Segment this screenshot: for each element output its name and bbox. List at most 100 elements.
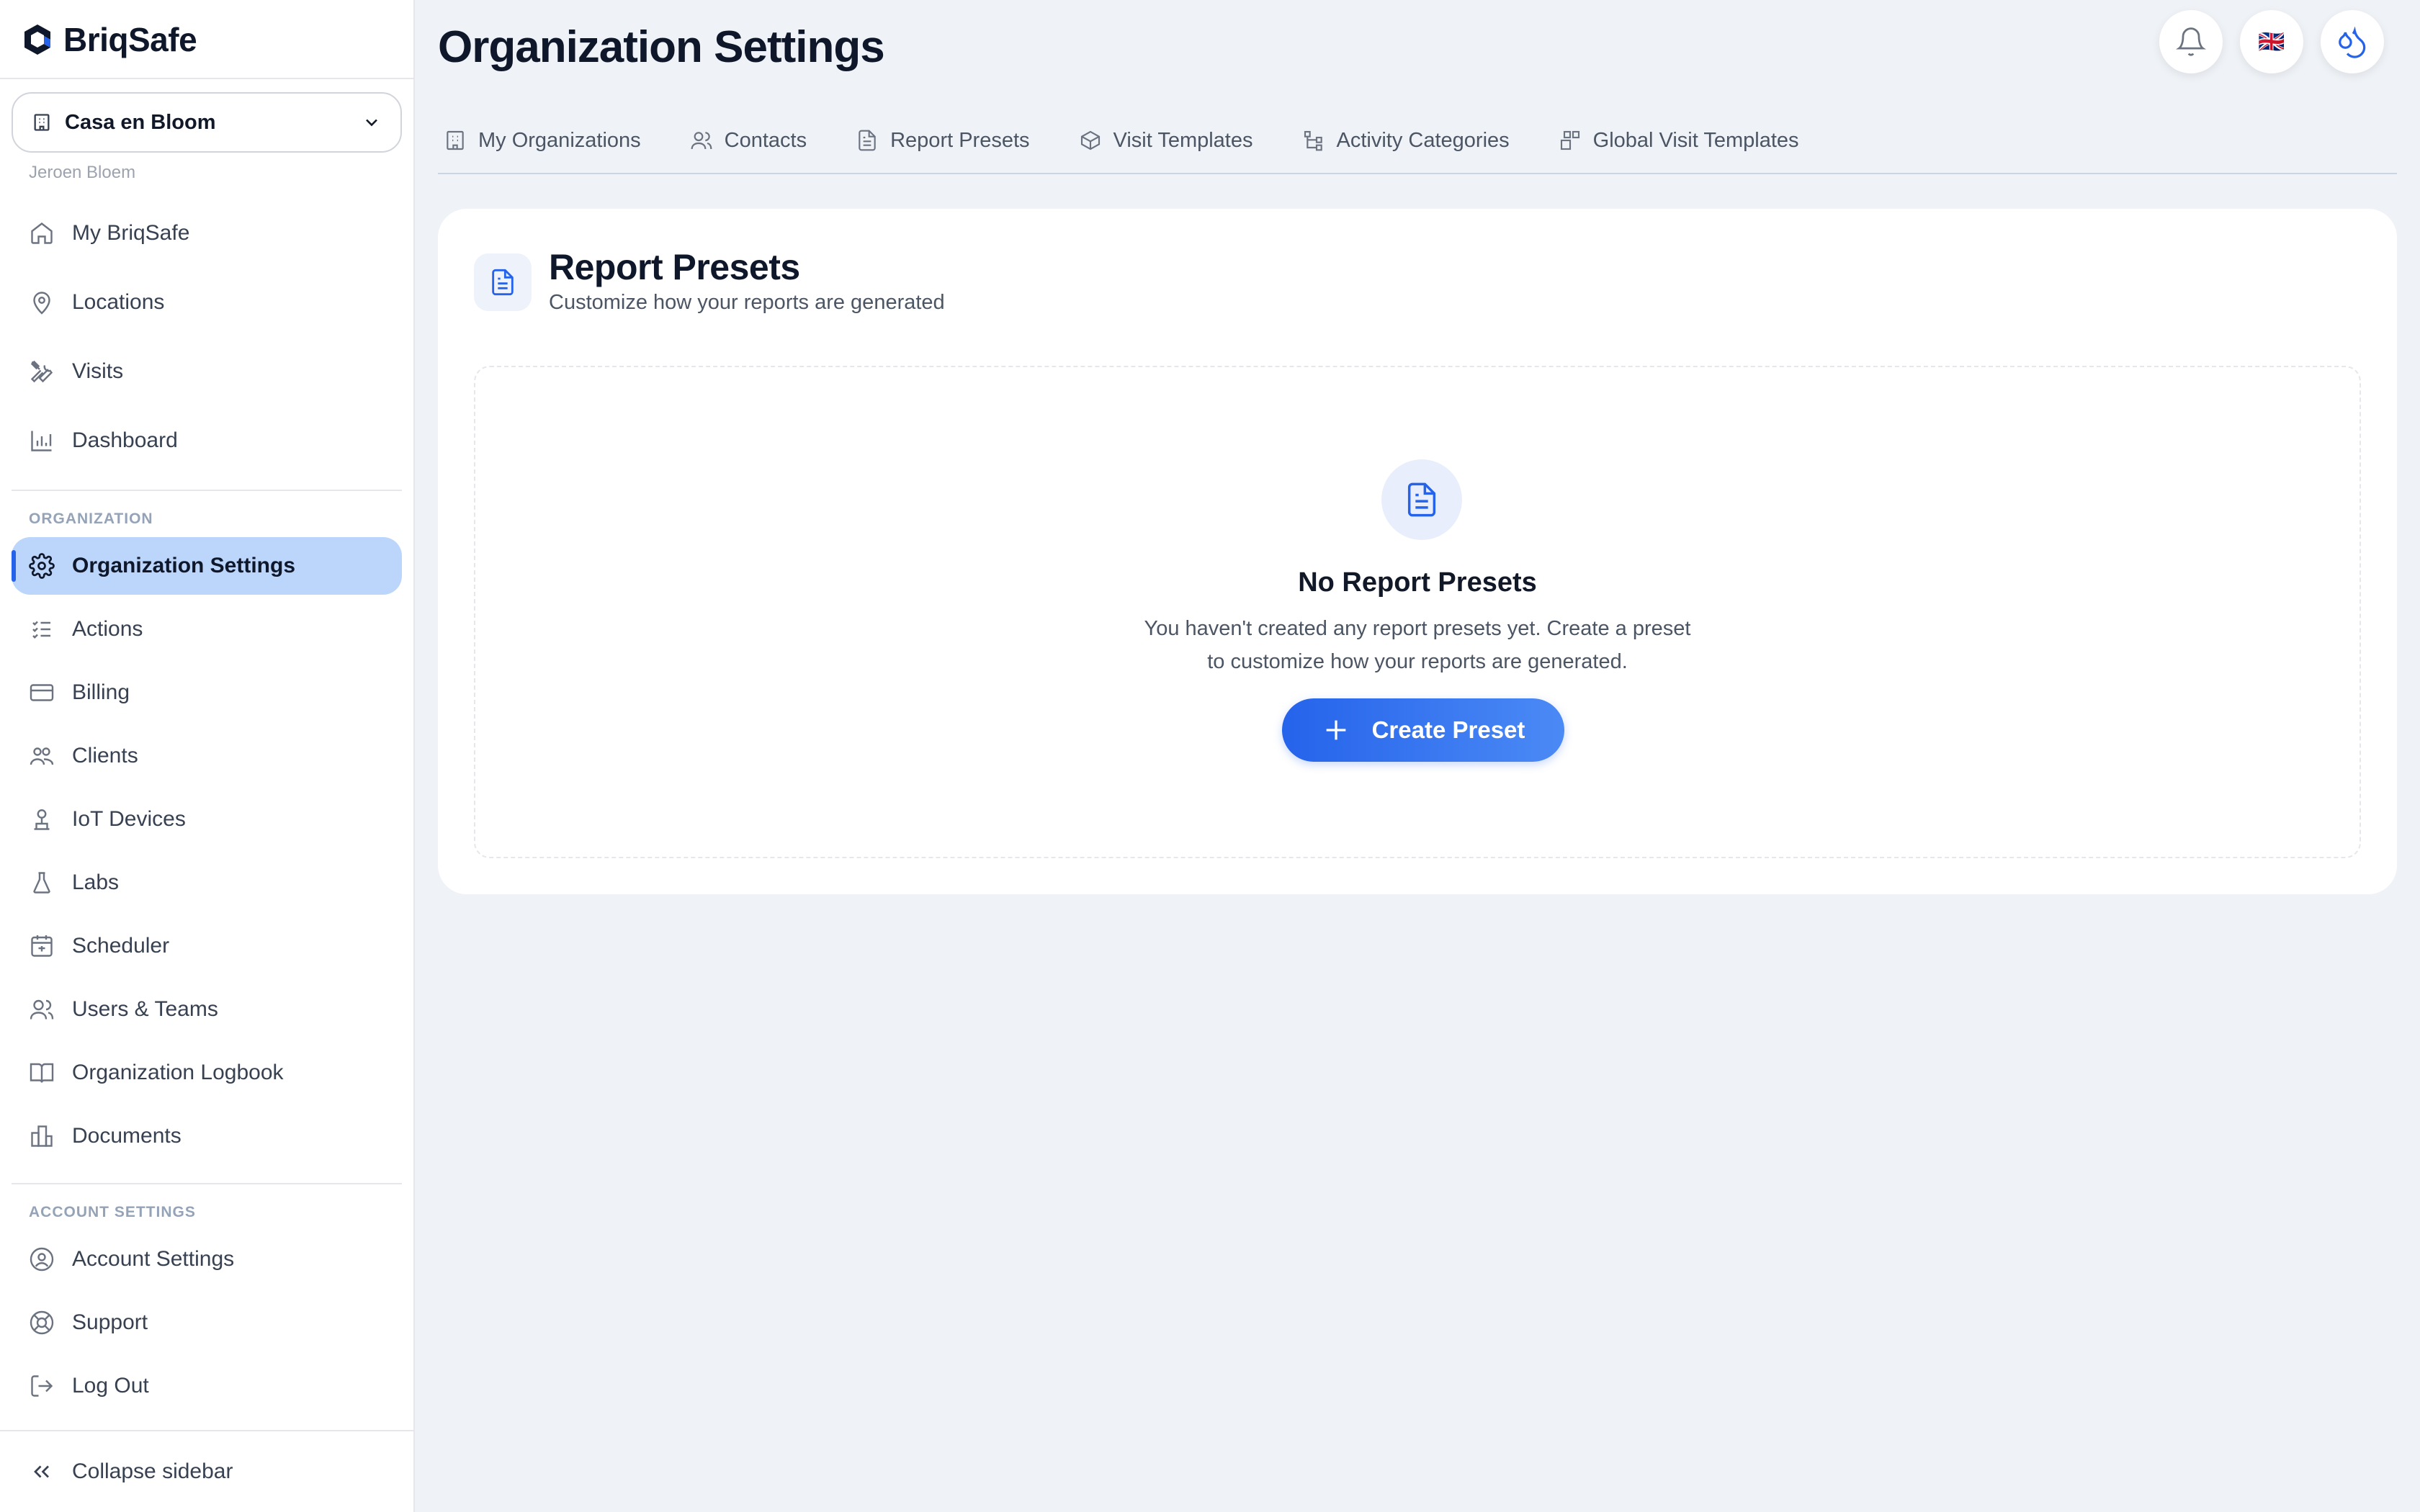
- nav-actions[interactable]: Actions: [12, 600, 402, 658]
- nav-label: Labs: [72, 870, 120, 894]
- nav-label: Scheduler: [72, 934, 170, 958]
- clients-icon: [30, 747, 54, 765]
- box-icon: [1080, 130, 1100, 150]
- gear-icon: [29, 553, 55, 579]
- nav-users-teams[interactable]: Users & Teams: [12, 981, 402, 1038]
- lifebuoy-icon: [30, 1310, 54, 1335]
- tab-report-presets[interactable]: Report Presets: [850, 115, 1052, 166]
- nav-organization-settings[interactable]: Organization Settings: [12, 537, 402, 595]
- tab-label: Global Visit Templates: [1592, 128, 1799, 152]
- uk-flag-icon: 🇬🇧: [2258, 30, 2285, 54]
- collapse-sidebar-button[interactable]: Collapse sidebar: [12, 1443, 402, 1500]
- user-name: Jeroen Bloem: [29, 163, 136, 182]
- checklist-icon: [32, 621, 50, 639]
- tab-visit-templates[interactable]: Visit Templates: [1073, 115, 1276, 166]
- nav-label: Users & Teams: [72, 997, 218, 1021]
- create-preset-label: Create Preset: [1371, 716, 1525, 743]
- nav-label: Organization Settings: [72, 554, 296, 577]
- tab-contacts[interactable]: Contacts: [684, 115, 830, 166]
- tab-global-visit-templates[interactable]: Global Visit Templates: [1553, 115, 1822, 166]
- tab-label: Activity Categories: [1336, 128, 1510, 152]
- empty-state-description: You haven't created any report presets y…: [1144, 617, 1691, 673]
- section-label-account-settings: ACCOUNT SETTINGS: [29, 1204, 196, 1220]
- nav-clients[interactable]: Clients: [12, 727, 402, 785]
- chevron-down-icon: [366, 119, 377, 127]
- notifications-button[interactable]: [2159, 10, 2223, 73]
- theme-button[interactable]: [2321, 10, 2384, 73]
- building-icon: [34, 114, 50, 131]
- home-icon: [31, 222, 53, 244]
- organization-name: Casa en Bloom: [65, 110, 216, 134]
- empty-state: No Report Presets You haven't created an…: [474, 366, 2361, 858]
- nav-label: Account Settings: [72, 1247, 235, 1271]
- bell-icon: [2175, 27, 2207, 56]
- users-icon: [30, 999, 54, 1020]
- tab-my-organizations[interactable]: My Organizations: [438, 115, 664, 166]
- section-label-organization: ORGANIZATION: [29, 510, 153, 527]
- book-icon: [30, 1063, 54, 1083]
- nav-label: Visits: [72, 359, 124, 383]
- divider: [0, 78, 415, 79]
- nav-documents[interactable]: Documents: [12, 1107, 402, 1165]
- document-icon: [859, 130, 876, 151]
- droplets-icon: [2339, 26, 2366, 58]
- divider: [12, 1183, 402, 1184]
- map-pin-icon: [33, 292, 50, 315]
- nav-label: Dashboard: [72, 428, 178, 452]
- card-title: Report Presets: [549, 247, 800, 287]
- nav-visits[interactable]: Visits: [12, 343, 402, 400]
- card-subtitle: Customize how your reports are generated: [549, 291, 945, 314]
- settings-tabs: My Organizations Contacts Report Presets…: [438, 115, 2397, 174]
- tree-icon: [1304, 130, 1322, 151]
- app-name: BriqSafe: [63, 21, 197, 58]
- nav-label: Billing: [72, 680, 130, 704]
- nav-label: IoT Devices: [72, 807, 186, 831]
- nav-log-out[interactable]: Log Out: [12, 1357, 402, 1415]
- calendar-icon: [31, 935, 53, 957]
- bar-chart-icon: [31, 431, 52, 451]
- tab-label: Report Presets: [890, 128, 1030, 152]
- tab-activity-categories[interactable]: Activity Categories: [1296, 115, 1533, 166]
- document-icon: [1407, 482, 1436, 517]
- logout-icon: [31, 1375, 53, 1397]
- nav-organization-logbook[interactable]: Organization Logbook: [12, 1044, 402, 1102]
- report-presets-card: Report Presets Customize how your report…: [438, 209, 2397, 894]
- sidebar: BriqSafe Casa en Bloom Jeroen Bloem My B…: [0, 0, 415, 1512]
- user-circle-icon: [30, 1247, 54, 1272]
- nav-label: Documents: [72, 1124, 182, 1148]
- nav-locations[interactable]: Locations: [12, 274, 402, 331]
- contacts-icon: [691, 132, 712, 150]
- tab-label: Visit Templates: [1113, 128, 1253, 152]
- app-logo[interactable]: BriqSafe: [22, 20, 197, 59]
- tools-icon: [30, 360, 53, 383]
- briqsafe-logo-icon: [24, 24, 50, 55]
- credit-card-icon: [30, 684, 54, 701]
- nav-dashboard[interactable]: Dashboard: [12, 412, 402, 469]
- organization-selector[interactable]: Casa en Bloom: [12, 92, 402, 153]
- nav-label: Support: [72, 1310, 148, 1334]
- empty-state-title: No Report Presets: [1298, 567, 1537, 598]
- nav-iot-devices[interactable]: IoT Devices: [12, 791, 402, 848]
- chevrons-left-icon: [34, 1465, 49, 1478]
- grid-plus-icon: [1560, 130, 1579, 150]
- nav-label: Log Out: [72, 1374, 149, 1398]
- nav-my-briqsafe[interactable]: My BriqSafe: [12, 204, 402, 262]
- language-button[interactable]: 🇬🇧: [2240, 10, 2303, 73]
- nav-billing[interactable]: Billing: [12, 664, 402, 721]
- documents-icon: [31, 1125, 53, 1147]
- document-icon: [492, 269, 514, 296]
- nav-account-settings[interactable]: Account Settings: [12, 1230, 402, 1288]
- nav-scheduler[interactable]: Scheduler: [12, 917, 402, 975]
- sensor-icon: [34, 809, 50, 830]
- divider: [0, 1430, 415, 1431]
- plus-icon: [1326, 720, 1345, 740]
- nav-label: My BriqSafe: [72, 221, 190, 245]
- tab-label: Contacts: [724, 128, 807, 152]
- nav-label: Clients: [72, 744, 138, 768]
- tab-label: My Organizations: [478, 128, 641, 152]
- create-preset-button[interactable]: Create Preset: [1282, 698, 1564, 762]
- nav-label: Collapse sidebar: [72, 1459, 233, 1483]
- empty-state-icon-badge: [1381, 459, 1462, 540]
- nav-support[interactable]: Support: [12, 1294, 402, 1351]
- nav-labs[interactable]: Labs: [12, 854, 402, 912]
